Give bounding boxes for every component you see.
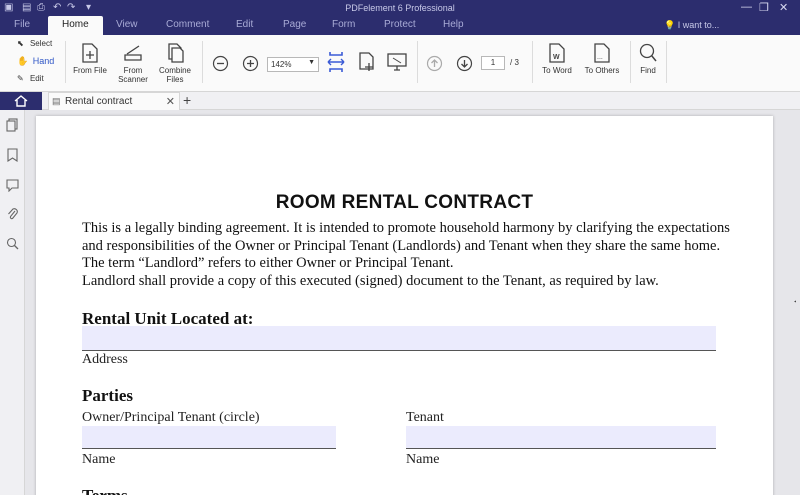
title-bar: ▣ ▤ ⎙ ↶ ↷ ▾ PDFelement 6 Professional — … [0, 0, 800, 16]
document-tab-bar: ▤ Rental contract ✕ + [0, 92, 800, 110]
find-button[interactable]: Find [634, 43, 662, 75]
tenant-label: Tenant [406, 410, 444, 425]
tab-view[interactable]: View [116, 19, 138, 30]
combine-files-button[interactable]: Combine Files [156, 43, 194, 84]
document-title: ROOM RENTAL CONTRACT [275, 192, 534, 213]
edit-tool[interactable]: ✎ Edit [17, 74, 44, 83]
section-terms: Terms [82, 486, 128, 495]
hand-icon: ✋ [17, 56, 29, 66]
fit-width-icon[interactable] [326, 51, 346, 73]
zoom-in-icon[interactable] [242, 55, 259, 72]
window-title: PDFelement 6 Professional [345, 3, 455, 13]
tab-file[interactable]: File [14, 19, 30, 30]
section-parties: Parties [82, 386, 133, 405]
i-want-to-search[interactable]: 💡 I want to... [664, 20, 719, 31]
tenant-name-field[interactable] [406, 426, 716, 449]
convert-to-word-icon: W [549, 43, 565, 63]
tab-form[interactable]: Form [332, 19, 355, 30]
select-cursor-icon: ⬉ [17, 39, 24, 48]
tab-edit[interactable]: Edit [236, 19, 253, 30]
zoom-out-icon[interactable] [212, 55, 229, 72]
separator [417, 41, 418, 83]
search-icon[interactable] [6, 237, 19, 251]
fit-page-icon[interactable] [357, 51, 377, 73]
from-scanner-button[interactable]: From Scanner [114, 43, 152, 84]
close-window-icon[interactable]: ✕ [779, 1, 788, 14]
add-tab-icon[interactable]: + [183, 92, 191, 108]
chevron-down-icon: ▼ [308, 59, 315, 66]
page-total: / 3 [510, 58, 519, 67]
home-icon [14, 95, 28, 107]
thumbnails-icon[interactable] [6, 118, 19, 132]
combine-files-icon [168, 43, 184, 63]
attachment-icon[interactable] [6, 207, 19, 221]
home-tab-button[interactable] [0, 92, 42, 110]
lightbulb-icon: 💡 [664, 20, 676, 30]
pdf-page: ROOM RENTAL CONTRACT This is a legally b… [36, 116, 773, 495]
scanner-icon [124, 45, 142, 61]
next-page-icon[interactable] [456, 55, 473, 72]
to-word-button[interactable]: W To Word [538, 43, 576, 75]
page-number-input[interactable]: 1 [481, 56, 505, 70]
separator [65, 41, 66, 83]
owner-name-label: Name [82, 452, 116, 467]
create-from-file-icon [82, 43, 98, 63]
separator [202, 41, 203, 83]
menu-bar: File Home View Comment Edit Page Form Pr… [0, 16, 800, 35]
pdf-file-icon: ▤ [52, 96, 61, 106]
ribbon-toolbar: ⬉ Select ✋ Hand ✎ Edit From File From Sc… [0, 35, 800, 92]
document-tab[interactable]: ▤ Rental contract ✕ [48, 92, 180, 110]
tab-home[interactable]: Home [48, 16, 103, 35]
tab-page[interactable]: Page [283, 19, 306, 30]
owner-name-field[interactable] [82, 426, 336, 449]
convert-to-others-icon: ... [594, 43, 610, 63]
hand-tool[interactable]: ✋ Hand [17, 56, 54, 67]
address-field[interactable] [82, 326, 716, 351]
tenant-name-label: Name [406, 452, 440, 467]
edit-pencil-icon: ✎ [17, 74, 24, 83]
comment-icon[interactable] [6, 178, 19, 192]
previous-page-icon[interactable] [426, 55, 443, 72]
separator [532, 41, 533, 83]
collapse-right-panel-icon[interactable]: ◀ [794, 298, 796, 305]
close-tab-icon[interactable]: ✕ [166, 95, 175, 108]
bookmark-icon[interactable] [6, 148, 19, 162]
intro-paragraph: This is a legally binding agreement. It … [82, 220, 730, 289]
owner-label: Owner/Principal Tenant (circle) [82, 410, 260, 425]
from-file-button[interactable]: From File [72, 43, 108, 75]
zoom-select[interactable]: 142% ▼ [267, 57, 319, 72]
separator [666, 41, 667, 83]
full-screen-icon[interactable] [386, 52, 408, 72]
svg-text:W: W [553, 54, 560, 61]
address-label: Address [82, 352, 128, 367]
to-others-button[interactable]: ... To Others [580, 43, 624, 75]
minimize-icon[interactable]: — [741, 1, 752, 13]
tab-comment[interactable]: Comment [166, 19, 209, 30]
svg-text:...: ... [597, 54, 603, 61]
separator [630, 41, 631, 83]
magnifier-icon [639, 43, 657, 62]
tab-help[interactable]: Help [443, 19, 464, 30]
select-tool[interactable]: ⬉ Select [17, 39, 52, 48]
left-sidebar: ▶ [0, 110, 32, 495]
document-viewer[interactable]: ROOM RENTAL CONTRACT This is a legally b… [26, 110, 796, 495]
tab-protect[interactable]: Protect [384, 19, 416, 30]
restore-icon[interactable]: ❐ [759, 1, 769, 14]
